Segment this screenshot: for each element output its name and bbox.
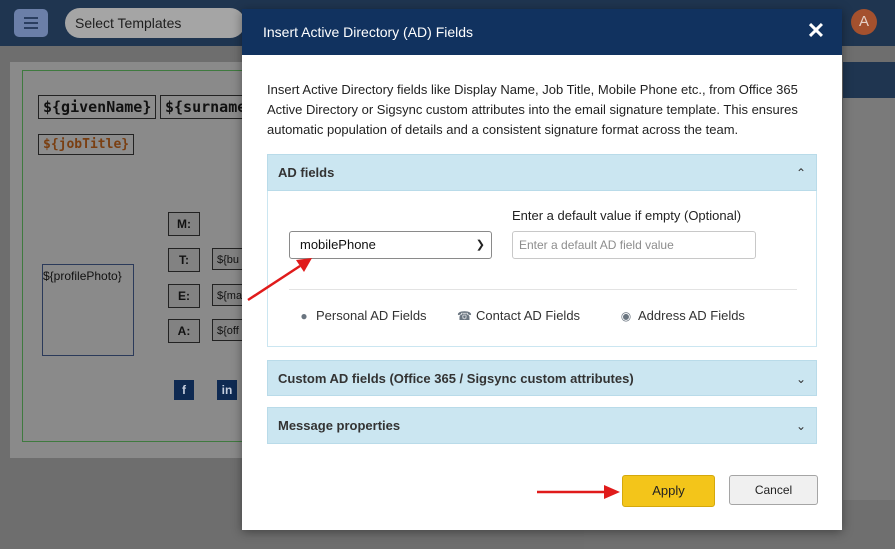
chevron-down-icon[interactable]: ⌄ bbox=[796, 408, 806, 444]
ad-fields-accordion-header[interactable]: AD fields ⌃ bbox=[267, 154, 817, 191]
apply-button[interactable]: Apply bbox=[622, 475, 715, 507]
linkedin-icon: in bbox=[217, 380, 237, 400]
profile-photo-placeholder: ${profilePhoto} bbox=[42, 264, 134, 356]
ad-fields-title: AD fields bbox=[278, 165, 335, 180]
personal-ad-fields-label: Personal AD Fields bbox=[316, 308, 427, 323]
job-title-placeholder: ${jobTitle} bbox=[38, 134, 135, 155]
chevron-down-icon[interactable]: ⌄ bbox=[796, 361, 806, 397]
close-icon[interactable]: ✕ bbox=[804, 19, 828, 43]
dialog-description: Insert Active Directory fields like Disp… bbox=[267, 82, 798, 137]
ad-field-select[interactable]: mobilePhone ❯ bbox=[289, 231, 492, 259]
telephone-label: T: bbox=[168, 248, 200, 272]
given-name-placeholder: ${givenName} bbox=[38, 95, 157, 119]
dialog-title: Insert Active Directory (AD) Fields bbox=[263, 24, 474, 40]
contact-ad-fields-link[interactable]: ☎ Contact AD Fields bbox=[457, 308, 580, 323]
mobile-label: M: bbox=[168, 212, 200, 236]
person-icon: ● bbox=[300, 309, 308, 323]
default-value-input[interactable]: Enter a default AD field value bbox=[512, 231, 756, 259]
ad-field-select-value: mobilePhone bbox=[300, 237, 376, 252]
chevron-down-icon: ❯ bbox=[475, 239, 485, 251]
surname-placeholder: ${surname bbox=[160, 95, 252, 119]
address-label: A: bbox=[168, 319, 200, 343]
address-ad-fields-link[interactable]: ◉ Address AD Fields bbox=[619, 308, 745, 323]
dialog-header: Insert Active Directory (AD) Fields ✕ bbox=[242, 9, 842, 55]
properties-panel bbox=[843, 62, 895, 549]
email-label: E: bbox=[168, 284, 200, 308]
chevron-up-icon[interactable]: ⌃ bbox=[796, 155, 806, 191]
custom-ad-fields-title: Custom AD fields (Office 365 / Sigsync c… bbox=[278, 371, 634, 386]
message-properties-accordion-header[interactable]: Message properties ⌄ bbox=[267, 407, 817, 444]
personal-ad-fields-link[interactable]: ● Personal AD Fields bbox=[297, 308, 427, 323]
ad-fields-panel: mobilePhone ❯ Enter a default value if e… bbox=[267, 191, 817, 347]
default-value-label: Enter a default value if empty (Optional… bbox=[512, 208, 742, 223]
contact-ad-fields-label: Contact AD Fields bbox=[476, 308, 581, 323]
custom-ad-fields-accordion-header[interactable]: Custom AD fields (Office 365 / Sigsync c… bbox=[267, 360, 817, 396]
message-properties-title: Message properties bbox=[278, 418, 401, 433]
properties-panel-header bbox=[843, 62, 895, 98]
facebook-icon: f bbox=[174, 380, 194, 400]
cancel-button[interactable]: Cancel bbox=[729, 475, 818, 505]
location-pin-icon: ◉ bbox=[620, 309, 632, 323]
user-avatar[interactable]: A bbox=[851, 9, 877, 35]
phone-icon: ☎ bbox=[457, 309, 472, 323]
insert-ad-fields-dialog: Insert Active Directory (AD) Fields ✕ In… bbox=[242, 9, 842, 530]
divider bbox=[289, 289, 797, 290]
address-ad-fields-label: Address AD Fields bbox=[638, 308, 745, 323]
template-select[interactable]: Select Templates bbox=[65, 8, 245, 38]
hamburger-menu-icon[interactable] bbox=[14, 9, 48, 37]
